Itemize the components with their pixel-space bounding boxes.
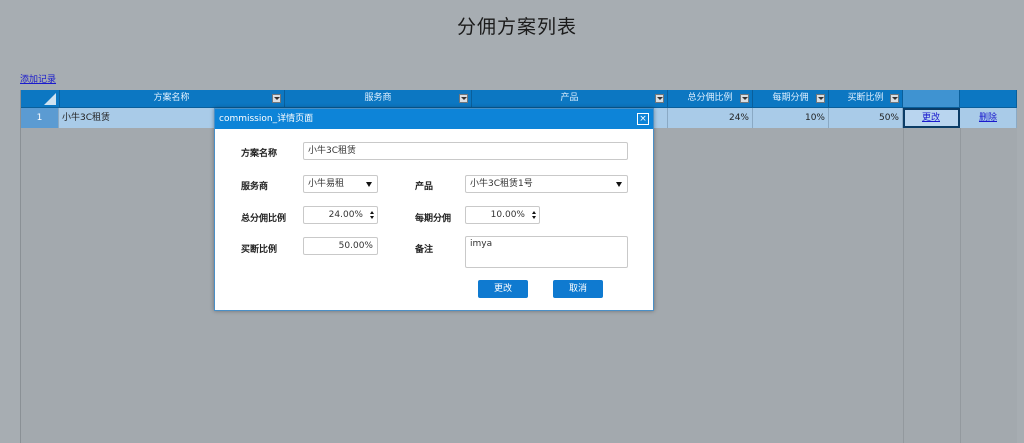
remark-label: 备注 [415,245,434,255]
row-number: 1 [21,108,59,128]
column-header-label: 产品 [560,93,579,103]
column-header-edit [903,90,960,107]
edit-link[interactable]: 更改 [903,108,960,128]
column-divider [903,128,904,443]
period-spinner[interactable]: 10.00% [465,206,540,224]
add-record-link[interactable]: 添加记录 [20,72,56,85]
period-label: 每期分佣 [415,214,452,224]
filter-dropdown-icon[interactable] [816,94,825,103]
filter-dropdown-icon[interactable] [890,94,899,103]
product-select-value: 小牛3C租赁1号 [470,179,533,189]
spin-up-icon[interactable] [532,211,536,214]
cell-buyout: 50% [829,108,903,128]
spin-down-icon[interactable] [370,216,374,219]
save-button[interactable]: 更改 [478,280,528,298]
column-header-scheme-name[interactable]: 方案名称 [59,90,285,107]
grid-header: 方案名称 服务商 产品 总分佣比例 每期分佣 买断比例 [21,90,1017,108]
cell-total-ratio: 24% [668,108,753,128]
provider-select[interactable]: 小牛易租 [303,175,378,193]
column-divider [960,128,961,443]
column-header-buyout[interactable]: 买断比例 [829,90,903,107]
remark-textarea[interactable]: imya [465,236,628,268]
column-header-label: 服务商 [364,93,392,103]
total-ratio-value: 24.00% [328,210,363,220]
product-label: 产品 [415,182,434,192]
total-ratio-spinner[interactable]: 24.00% [303,206,378,224]
column-header-label: 每期分佣 [772,93,809,103]
cell-period: 10% [753,108,829,128]
delete-link[interactable]: 删除 [960,108,1017,128]
provider-select-value: 小牛易租 [308,179,345,189]
column-header-provider[interactable]: 服务商 [285,90,472,107]
dialog-title-bar: commission_详情页面 × [215,109,653,129]
buyout-label: 买断比例 [241,245,278,255]
column-header-label: 买断比例 [847,93,884,103]
provider-label: 服务商 [241,182,269,192]
buyout-input[interactable]: 50.00% [303,237,378,255]
filter-dropdown-icon[interactable] [655,94,664,103]
column-header-delete [960,90,1017,107]
column-header-label: 方案名称 [153,93,190,103]
page-title: 分佣方案列表 [456,16,577,38]
spin-down-icon[interactable] [532,216,536,219]
detail-dialog: commission_详情页面 × 方案名称 小牛3C租赁 服务商 小牛易租 产… [214,108,654,311]
filter-dropdown-icon[interactable] [740,94,749,103]
period-value: 10.00% [490,210,525,220]
filter-dropdown-icon[interactable] [459,94,468,103]
dialog-title: commission_详情页面 [219,114,314,124]
close-icon[interactable]: × [637,113,649,125]
column-header-product[interactable]: 产品 [472,90,668,107]
total-ratio-label: 总分佣比例 [241,214,287,224]
column-header-label: 总分佣比例 [687,93,733,103]
select-all-corner[interactable] [21,90,60,107]
column-header-period[interactable]: 每期分佣 [753,90,829,107]
column-header-total-ratio[interactable]: 总分佣比例 [668,90,753,107]
cancel-button[interactable]: 取消 [553,280,603,298]
filter-dropdown-icon[interactable] [272,94,281,103]
spin-up-icon[interactable] [370,211,374,214]
product-select[interactable]: 小牛3C租赁1号 [465,175,628,193]
scheme-name-label: 方案名称 [241,149,278,159]
scheme-name-input[interactable]: 小牛3C租赁 [303,142,628,160]
